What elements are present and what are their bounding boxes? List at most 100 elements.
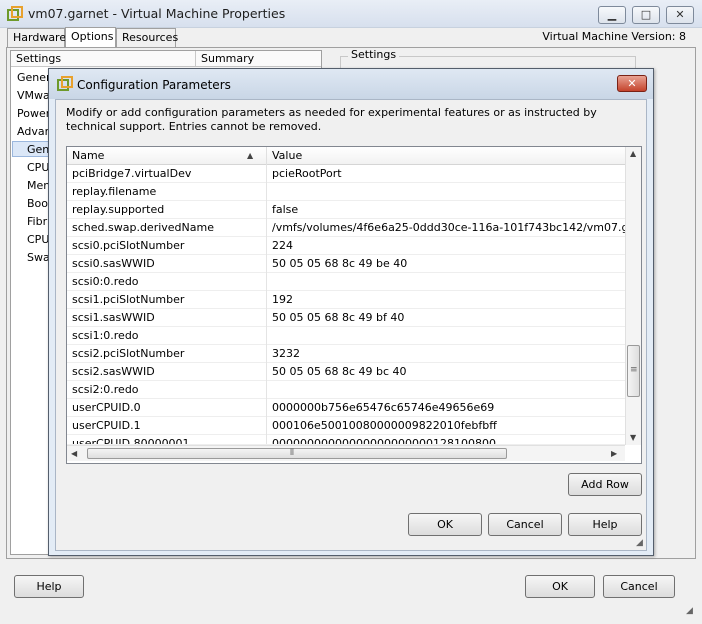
summary-column-header[interactable]: Summary [196,51,321,67]
param-name: pciBridge7.virtualDev [67,165,267,183]
parameters-table[interactable]: Name ▲ Value pciBridge7.virtualDev pcieR… [66,146,642,464]
param-name: replay.filename [67,183,267,201]
table-row[interactable]: scsi1.sasWWID 50 05 05 68 8c 49 bf 40 [67,309,627,327]
scroll-down-icon[interactable]: ▼ [630,433,636,442]
close-icon: ✕ [675,8,685,21]
tab-resources[interactable]: Resources [116,28,178,47]
tab-options[interactable]: Options [65,27,116,48]
table-row[interactable]: scsi0.pciSlotNumber 224 [67,237,627,255]
table-row[interactable]: replay.filename [67,183,627,201]
param-value[interactable] [267,183,627,201]
param-name: scsi1.pciSlotNumber [67,291,267,309]
settings-item[interactable]: Power [17,107,50,120]
tab-hardware[interactable]: Hardware [7,28,66,47]
dialog-titlebar[interactable]: Configuration Parameters ✕ [49,69,653,99]
dialog-body: Modify or add configuration parameters a… [55,99,647,551]
table-row[interactable]: scsi0:0.redo [67,273,627,291]
dialog-title: Configuration Parameters [77,78,231,92]
window-title: vm07.garnet - Virtual Machine Properties [28,6,286,21]
scroll-left-icon[interactable]: ◀ [71,449,77,458]
table-row[interactable]: sched.swap.derivedName /vmfs/volumes/4f6… [67,219,627,237]
horizontal-scroll-thumb[interactable]: ⦀ [87,448,507,459]
table-row[interactable]: scsi1.pciSlotNumber 192 [67,291,627,309]
sort-arrow-icon: ▲ [247,151,254,160]
window-close-button[interactable]: ✕ [666,6,694,24]
resize-grip-icon[interactable]: ◢ [636,538,643,548]
maximize-button[interactable]: □ [632,6,660,24]
settings-item[interactable]: CPU [27,161,49,174]
table-row[interactable]: userCPUID.1 000106e50010080000009822010f… [67,417,627,435]
param-value[interactable]: /vmfs/volumes/4f6e6a25-0ddd30ce-116a-101… [267,219,627,237]
name-column-label: Name [72,149,105,162]
param-value[interactable]: 50 05 05 68 8c 49 be 40 [267,255,627,273]
param-value[interactable]: 000106e50010080000009822010febfbff [267,417,627,435]
table-row[interactable]: pciBridge7.virtualDev pcieRootPort [67,165,627,183]
param-name: scsi1:0.redo [67,327,267,345]
vertical-scroll-thumb[interactable]: ≡ [627,345,640,397]
param-name: scsi0:0.redo [67,273,267,291]
param-value[interactable] [267,327,627,345]
param-value[interactable]: 224 [267,237,627,255]
settings-item[interactable]: VMwa [17,89,50,102]
param-value[interactable]: 3232 [267,345,627,363]
name-column-header[interactable]: Name ▲ [67,147,267,165]
param-value[interactable]: 0000000b756e65476c65746e49656e69 [267,399,627,417]
horizontal-scrollbar[interactable]: ◀ ⦀ ▶ [67,445,625,461]
param-value[interactable]: false [267,201,627,219]
table-row[interactable]: scsi2:0.redo [67,381,627,399]
dialog-close-button[interactable]: ✕ [617,75,647,92]
settings-item[interactable]: Boo [27,197,48,210]
cancel-button[interactable]: Cancel [603,575,675,598]
param-value[interactable] [267,273,627,291]
table-row[interactable]: userCPUID.0 0000000b756e65476c65746e4965… [67,399,627,417]
grip-icon: ≡ [630,365,637,375]
param-name: userCPUID.80000001 [67,435,267,444]
dialog-description: Modify or add configuration parameters a… [66,106,597,133]
param-value[interactable] [267,381,627,399]
param-name: sched.swap.derivedName [67,219,267,237]
param-name: scsi2.pciSlotNumber [67,345,267,363]
table-header: Name ▲ Value [67,147,627,165]
scroll-up-icon[interactable]: ▲ [630,149,636,158]
table-row[interactable]: userCPUID.80000001 000000000000000000000… [67,435,627,445]
settings-item[interactable]: Gener [17,71,51,84]
help-button[interactable]: Help [14,575,84,598]
vm-version-label: Virtual Machine Version: 8 [542,30,686,43]
settings-groupbox-label: Settings [348,48,400,61]
settings-item[interactable]: Fibr [27,215,47,228]
param-name: userCPUID.0 [67,399,267,417]
param-value[interactable]: 00000000000000000000000128100800 [267,435,627,444]
settings-column-header[interactable]: Settings [11,51,196,67]
grip-icon: ⦀ [290,448,294,458]
scroll-right-icon[interactable]: ▶ [611,449,617,458]
dialog-cancel-button[interactable]: Cancel [488,513,562,536]
value-column-header[interactable]: Value [267,147,627,165]
settings-item[interactable]: CPU [27,233,49,246]
settings-item[interactable]: Swa [27,251,50,264]
resize-grip-icon[interactable]: ◢ [686,606,693,616]
settings-item-general[interactable]: Gen [27,143,49,156]
add-row-button[interactable]: Add Row [568,473,642,496]
table-row[interactable]: scsi0.sasWWID 50 05 05 68 8c 49 be 40 [67,255,627,273]
settings-item[interactable]: Advar [17,125,49,138]
param-value[interactable]: 192 [267,291,627,309]
table-row[interactable]: scsi2.pciSlotNumber 3232 [67,345,627,363]
vmware-icon [7,6,23,21]
param-name: scsi2.sasWWID [67,363,267,381]
ok-button[interactable]: OK [525,575,595,598]
vertical-scrollbar[interactable]: ▲ ≡ ▼ [625,147,641,445]
table-row[interactable]: scsi2.sasWWID 50 05 05 68 8c 49 bc 40 [67,363,627,381]
dialog-help-button[interactable]: Help [568,513,642,536]
param-value[interactable]: pcieRootPort [267,165,627,183]
param-name: replay.supported [67,201,267,219]
param-name: scsi2:0.redo [67,381,267,399]
param-value[interactable]: 50 05 05 68 8c 49 bf 40 [267,309,627,327]
minimize-button[interactable]: ▁ [598,6,626,24]
param-name: scsi1.sasWWID [67,309,267,327]
dialog-ok-button[interactable]: OK [408,513,482,536]
table-row[interactable]: replay.supported false [67,201,627,219]
param-value[interactable]: 50 05 05 68 8c 49 bc 40 [267,363,627,381]
table-row[interactable]: scsi1:0.redo [67,327,627,345]
window-titlebar[interactable]: vm07.garnet - Virtual Machine Properties… [0,0,702,28]
param-name: scsi0.sasWWID [67,255,267,273]
